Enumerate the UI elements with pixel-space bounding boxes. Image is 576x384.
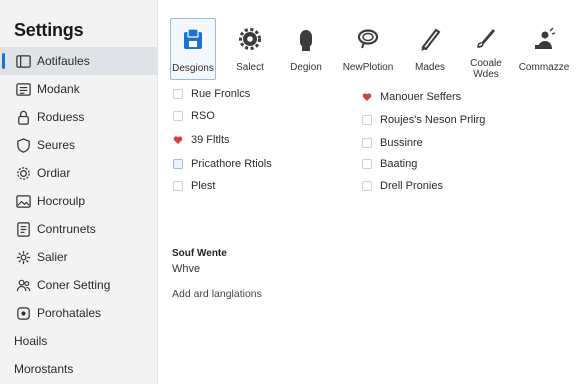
tab-desgions[interactable]: Desgions xyxy=(170,18,216,80)
people-icon xyxy=(14,276,32,294)
option-rue-fronlcs[interactable]: Rue Fronlcs xyxy=(173,88,250,100)
category-toolbar: Desgions Salect Degion NewPlotion Mades … xyxy=(164,18,576,80)
option-bussinre[interactable]: Bussinre xyxy=(362,137,423,149)
option-label: Plest xyxy=(191,180,216,192)
sidebar-item-label: Coner Setting xyxy=(37,278,111,292)
sidebar-nav: Aotifaules Modank Roduess Seures Ordiar xyxy=(0,47,158,383)
sidebar-item-label: Salier xyxy=(37,250,68,264)
option-label: Pricathore Rtiols xyxy=(191,158,272,170)
document-icon xyxy=(14,220,32,238)
folder-icon xyxy=(14,304,32,322)
checkbox[interactable] xyxy=(362,115,372,125)
checkbox[interactable] xyxy=(362,181,372,191)
sidebar-item-label: Seures xyxy=(37,138,76,152)
sidebar-item-label: Modank xyxy=(37,82,80,96)
tab-label: Degion xyxy=(290,62,322,73)
sidebar-item-label: Contrunets xyxy=(37,222,96,236)
sidebar-item-roduess[interactable]: Roduess xyxy=(0,103,158,131)
sidebar-item-label: Ordiar xyxy=(37,166,71,180)
tab-cooale-wdes[interactable]: Cooale Wdes xyxy=(462,18,510,80)
tab-mades[interactable]: Mades xyxy=(408,18,452,80)
sidebar-item-coner-setting[interactable]: Coner Setting xyxy=(0,271,158,299)
sidebar-item-porohatales[interactable]: Porohatales xyxy=(0,299,158,327)
section-subtitle: Whve xyxy=(172,263,201,275)
pin-icon xyxy=(351,22,385,56)
option-label: Rue Fronlcs xyxy=(191,88,251,100)
sidebar-item-hoails[interactable]: Hoails xyxy=(0,327,158,355)
save-icon xyxy=(176,23,210,57)
sidebar-item-seures[interactable]: Seures xyxy=(0,131,158,159)
tab-label: NewPlotion xyxy=(342,62,394,73)
section-title: Souf Wente xyxy=(172,248,227,259)
pen-icon xyxy=(413,22,447,56)
user-head-icon xyxy=(289,22,323,56)
checkbox[interactable] xyxy=(173,89,183,99)
option-roujes-neson-prlirg[interactable]: Roujes's Neson Prlirg xyxy=(362,114,485,126)
sidebar-item-ordiar[interactable]: Ordiar xyxy=(0,159,158,187)
lock-icon xyxy=(14,108,32,126)
sidebar-item-label: Morostants xyxy=(14,362,74,376)
option-plest[interactable]: Plest xyxy=(173,180,215,192)
list-icon xyxy=(14,80,32,98)
checkbox[interactable] xyxy=(362,159,372,169)
shield-icon xyxy=(14,136,32,154)
option-manouer-seffers[interactable]: Manouer Seffers xyxy=(362,91,461,103)
image-icon xyxy=(14,192,32,210)
option-rso[interactable]: RSO xyxy=(173,110,215,122)
checkbox[interactable] xyxy=(362,138,372,148)
checkbox[interactable] xyxy=(173,159,183,169)
option-label: Drell Pronies xyxy=(380,180,443,192)
option-label: Roujes's Neson Prlirg xyxy=(380,114,486,126)
option-pricathore-rtiols[interactable]: Pricathore Rtiols xyxy=(173,158,272,170)
tab-degion[interactable]: Degion xyxy=(282,18,330,80)
option-label: Baating xyxy=(380,158,418,170)
sidebar-item-hocroulp[interactable]: Hocroulp xyxy=(0,187,158,215)
gear-icon xyxy=(233,22,267,56)
people-icon xyxy=(527,22,561,56)
option-label: Manouer Seffers xyxy=(380,91,462,103)
sidebar-item-label: Porohatales xyxy=(37,306,102,320)
add-translations-link[interactable]: Add ard langlations xyxy=(172,288,262,300)
sidebar-item-label: Hoails xyxy=(14,334,48,348)
heart-icon[interactable] xyxy=(173,135,183,145)
option-label: Bussinre xyxy=(380,137,423,149)
sidebar: Settings Aotifaules Modank Roduess Seure… xyxy=(0,0,158,384)
tab-label: Commazze xyxy=(518,62,570,73)
option-39-fltlts[interactable]: 39 Fltlts xyxy=(173,134,230,146)
sidebar-item-contrunets[interactable]: Contrunets xyxy=(0,215,158,243)
brush-icon xyxy=(469,22,503,52)
heart-icon[interactable] xyxy=(362,92,372,102)
tab-newplotion[interactable]: NewPlotion xyxy=(338,18,398,80)
sidebar-item-salier[interactable]: Salier xyxy=(0,243,158,271)
tab-label: Salect xyxy=(236,62,264,73)
sidebar-item-modank[interactable]: Modank xyxy=(0,75,158,103)
tab-commazze[interactable]: Commazze xyxy=(516,18,572,80)
option-label: 39 Fltlts xyxy=(191,134,230,146)
sidebar-title: Settings xyxy=(14,20,84,40)
tab-label: Desgions xyxy=(172,63,214,74)
tab-label: Mades xyxy=(414,62,445,73)
sidebar-item-label: Roduess xyxy=(37,110,85,124)
sidebar-item-label: Aotifaules xyxy=(37,54,90,68)
tab-label: Cooale Wdes xyxy=(470,58,502,80)
option-baating[interactable]: Baating xyxy=(362,158,417,170)
option-drell-pronies[interactable]: Drell Pronies xyxy=(362,180,443,192)
cog-icon xyxy=(14,248,32,266)
gear-icon xyxy=(14,164,32,182)
option-label: RSO xyxy=(191,110,215,122)
sidebar-item-morostants[interactable]: Morostants xyxy=(0,355,158,383)
checkbox[interactable] xyxy=(173,181,183,191)
panel-icon xyxy=(14,52,32,70)
sidebar-item-label: Hocroulp xyxy=(37,194,86,208)
tab-salect[interactable]: Salect xyxy=(228,18,272,80)
sidebar-item-aotifaules[interactable]: Aotifaules xyxy=(0,47,158,75)
checkbox[interactable] xyxy=(173,111,183,121)
